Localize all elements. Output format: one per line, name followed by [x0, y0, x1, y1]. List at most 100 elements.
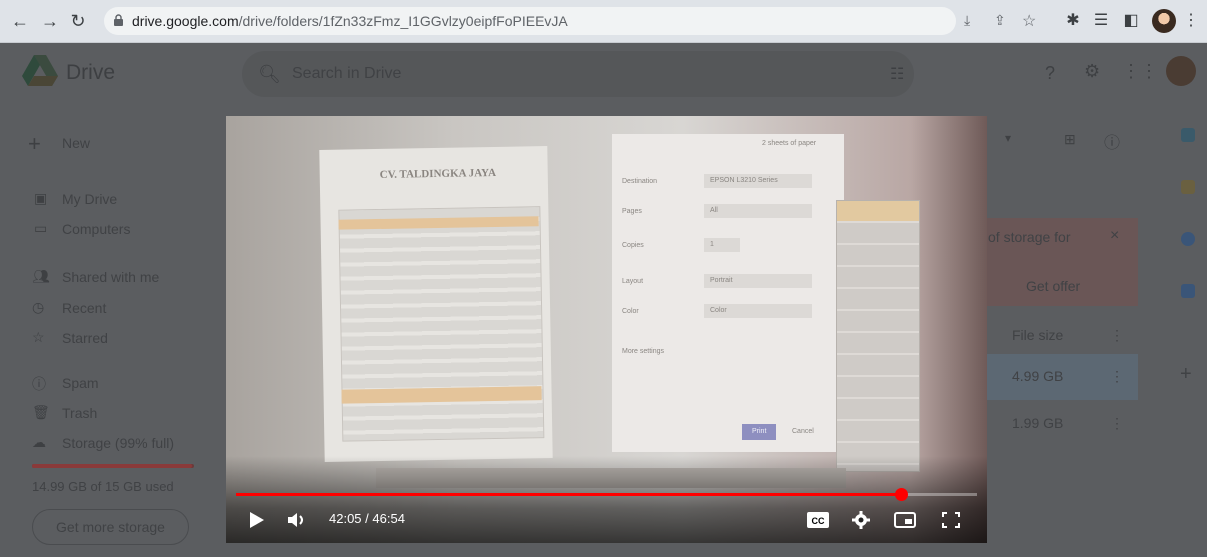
storage-bar: [32, 464, 194, 468]
calendar-icon[interactable]: [1181, 128, 1195, 142]
close-icon[interactable]: ×: [1110, 227, 1119, 245]
dialog-field: 1: [704, 238, 740, 252]
dialog-print-label: Print: [752, 428, 767, 435]
info-icon[interactable]: ⓘ: [1104, 129, 1120, 153]
people-icon: 👥︎: [32, 268, 50, 284]
video-progress-fill: [236, 493, 901, 496]
search-input[interactable]: Search in Drive: [292, 65, 401, 83]
dialog-label: More settings: [622, 348, 665, 355]
scrubber-handle[interactable]: [894, 488, 908, 501]
drive-avatar[interactable]: [1166, 56, 1196, 86]
column-menu-icon[interactable]: ⋮: [1110, 327, 1124, 344]
storage-bar-fill: [32, 464, 193, 468]
nav-starred[interactable]: Starred: [62, 330, 108, 346]
new-button[interactable]: New: [62, 135, 90, 151]
dialog-cancel-label: Cancel: [792, 428, 814, 435]
dialog-value: Color: [710, 307, 727, 314]
closed-captions-icon[interactable]: CC: [807, 512, 829, 528]
reload-icon[interactable]: ↻: [66, 9, 90, 33]
dialog-value: 1: [710, 241, 714, 248]
time-current: 42:05: [329, 511, 362, 526]
cloud-icon: ☁: [32, 434, 46, 450]
tasks-icon[interactable]: [1181, 232, 1195, 246]
search-icon: 🔍︎: [258, 64, 281, 84]
file-size-header[interactable]: File size: [1012, 327, 1063, 343]
kebab-menu-icon[interactable]: ⋮: [1180, 10, 1202, 32]
fullscreen-icon[interactable]: [942, 512, 960, 528]
search-options-icon[interactable]: ☷: [890, 64, 904, 84]
video-print-dialog: 2 sheets of paper Destination EPSON L321…: [612, 134, 844, 452]
bookmark-star-icon[interactable]: ☆: [1022, 11, 1036, 31]
url-text: drive.google.com/drive/folders/1fZn33zFm…: [132, 13, 568, 29]
chevron-down-icon[interactable]: ▾: [1005, 131, 1011, 145]
plus-icon: +: [28, 131, 41, 156]
video-player[interactable]: CV. TALDINGKA JAYA 2 sheets of paper Des…: [226, 116, 987, 543]
file-size-cell: 4.99 GB: [1012, 368, 1064, 384]
help-icon[interactable]: ?: [1045, 63, 1055, 84]
trash-icon: 🗑︎: [32, 404, 50, 420]
url-path: /drive/folders/1fZn33zFmz_I1GGvlzy0eipfF…: [238, 13, 568, 29]
time-total: 46:54: [372, 511, 405, 526]
dialog-print-button: Print: [742, 424, 776, 440]
settings-gear-icon[interactable]: [852, 511, 870, 529]
contacts-icon[interactable]: [1181, 284, 1195, 298]
row-menu-icon[interactable]: ⋮: [1110, 415, 1124, 432]
time-separator: /: [361, 511, 373, 526]
video-progress-bar[interactable]: [236, 488, 977, 501]
dialog-label: Destination: [622, 178, 658, 185]
doc-table: [338, 206, 545, 442]
drive-logo-icon: [22, 55, 58, 86]
nav-recent[interactable]: Recent: [62, 300, 106, 316]
browser-toolbar: ← → ↻ drive.google.com/drive/folders/1fZ…: [0, 0, 1207, 43]
profile-avatar[interactable]: [1152, 9, 1176, 33]
share-icon[interactable]: ⇪: [994, 12, 1006, 29]
volume-icon[interactable]: [288, 512, 308, 528]
video-document-sheet: CV. TALDINGKA JAYA: [319, 146, 553, 462]
apps-grid-icon[interactable]: ⋮⋮: [1122, 61, 1158, 82]
controls-gradient: [226, 456, 987, 543]
side-panel-icon[interactable]: ◧: [1120, 10, 1142, 32]
add-addon-icon[interactable]: +: [1180, 363, 1192, 386]
doc-orange-row: [837, 201, 919, 221]
nav-shared-with-me[interactable]: Shared with me: [62, 269, 159, 285]
address-bar[interactable]: drive.google.com/drive/folders/1fZn33zFm…: [104, 7, 1036, 35]
reading-list-icon[interactable]: ☰: [1090, 10, 1112, 32]
time-display: 42:05 / 46:54: [329, 511, 405, 526]
dialog-header: 2 sheets of paper: [762, 140, 817, 147]
doc-title: CV. TALDINGKA JAYA: [379, 166, 497, 181]
url-host: drive.google.com: [132, 13, 239, 29]
extensions-puzzle-icon[interactable]: ✱: [1062, 10, 1084, 32]
grid-view-icon[interactable]: ⊞: [1064, 131, 1076, 148]
video-second-sheet: [836, 200, 920, 472]
dialog-field: EPSON L3210 Series: [704, 174, 812, 188]
row-menu-icon[interactable]: ⋮: [1110, 368, 1124, 385]
storage-used-text: 14.99 GB of 15 GB used: [32, 479, 174, 494]
get-offer-button[interactable]: Get offer: [1026, 278, 1080, 294]
dialog-value: Portrait: [710, 277, 733, 284]
alert-text: of storage for: [988, 229, 1071, 245]
nav-computers[interactable]: Computers: [62, 221, 130, 237]
lock-icon: [114, 14, 123, 26]
dialog-value: EPSON L3210 Series: [710, 177, 778, 184]
dialog-field: All: [704, 204, 812, 218]
play-icon[interactable]: [250, 512, 264, 528]
forward-arrow-icon[interactable]: →: [38, 9, 62, 33]
nav-trash[interactable]: Trash: [62, 405, 97, 421]
keep-icon[interactable]: [1181, 180, 1195, 194]
nav-storage[interactable]: Storage (99% full): [62, 435, 174, 451]
clock-icon: ◷: [32, 299, 45, 315]
drive-search-bar[interactable]: 🔍︎ Search in Drive ☷: [242, 51, 914, 97]
spam-icon: ⓘ: [32, 376, 46, 392]
nav-my-drive[interactable]: My Drive: [62, 191, 117, 207]
nav-spam[interactable]: Spam: [62, 375, 99, 391]
back-arrow-icon[interactable]: ←: [8, 9, 32, 33]
settings-gear-icon[interactable]: ⚙: [1084, 61, 1100, 82]
miniplayer-icon[interactable]: [894, 512, 916, 528]
install-icon[interactable]: ⤓: [964, 12, 970, 29]
computer-icon: ▭: [34, 220, 48, 236]
drive-brand: Drive: [66, 61, 116, 84]
get-more-storage-button[interactable]: Get more storage: [32, 509, 189, 545]
svg-text:CC: CC: [812, 516, 825, 526]
dialog-label: Color: [622, 308, 639, 315]
dialog-field: Portrait: [704, 274, 812, 288]
